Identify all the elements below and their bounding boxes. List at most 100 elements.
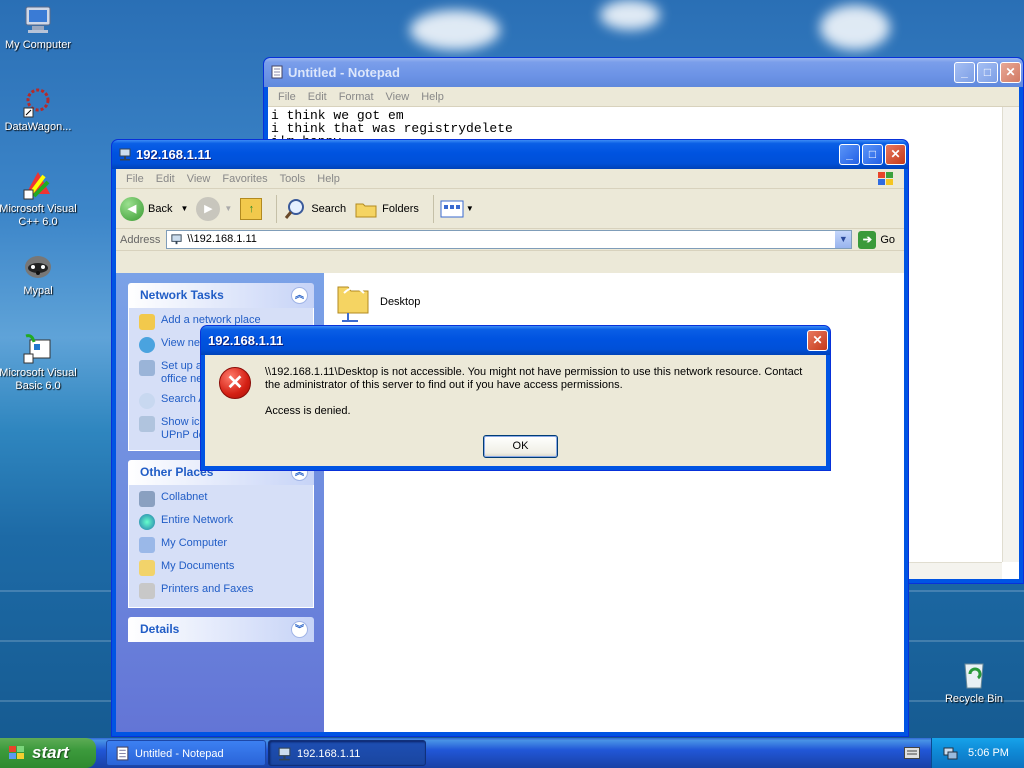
maximize-button[interactable]: □ (862, 144, 883, 165)
network-drive-icon (171, 234, 182, 245)
notepad-menubar: File Edit Format View Help (268, 87, 1019, 107)
explorer-menubar: File Edit View Favorites Tools Help (116, 169, 904, 189)
place-printers-and-faxes[interactable]: Printers and Faxes (139, 583, 303, 599)
desktop-icon-visual-basic[interactable]: Microsoft Visual Basic 6.0 (0, 332, 79, 393)
notepad-icon (116, 746, 129, 761)
other-places-panel: Other Places ︽ Collabnet Entire Network M… (128, 460, 314, 608)
desktop-icon-datawagon[interactable]: DataWagon... (0, 86, 79, 134)
menu-edit[interactable]: Edit (302, 91, 333, 103)
desktop-icon-label: Microsoft Visual C++ 6.0 (0, 203, 77, 228)
visual-basic-icon (22, 332, 54, 364)
views-dropdown-icon[interactable]: ▼ (466, 204, 474, 213)
start-button[interactable]: start (0, 738, 96, 768)
back-arrow-icon: ◀ (120, 196, 144, 221)
desktop-icon-label: Recycle Bin (944, 693, 1004, 705)
folders-button[interactable]: Folders (354, 197, 419, 221)
folders-icon (355, 203, 377, 217)
place-entire-network[interactable]: Entire Network (139, 514, 303, 530)
close-button[interactable]: ✕ (1000, 62, 1021, 83)
notepad-titlebar[interactable]: Untitled - Notepad _ □ ✕ (264, 58, 1023, 87)
go-button[interactable]: ➔ Go (858, 230, 895, 249)
desktop-icon-my-computer[interactable]: My Computer (0, 4, 79, 52)
up-folder-icon: ↑ (240, 197, 263, 220)
views-icon (440, 200, 464, 217)
taskbar-item-explorer[interactable]: 192.168.1.11 (268, 740, 426, 766)
forward-dropdown-icon[interactable]: ▼ (224, 204, 232, 213)
dialog-titlebar[interactable]: 192.168.1.11 ✕ (201, 326, 830, 355)
recycle-bin-icon (958, 658, 990, 690)
explorer-titlebar[interactable]: 192.168.1.11 _ □ ✕ (112, 140, 908, 169)
home-network-icon (139, 360, 155, 376)
menu-help[interactable]: Help (311, 173, 346, 185)
menu-view[interactable]: View (380, 91, 416, 103)
menu-help[interactable]: Help (415, 91, 450, 103)
minimize-button[interactable]: _ (839, 144, 860, 165)
network-tray-icon[interactable] (942, 745, 958, 761)
clock[interactable]: 5:06 PM (968, 747, 1009, 759)
back-button[interactable]: ◀ Back ▼ (120, 196, 188, 221)
menu-favorites[interactable]: Favorites (216, 173, 273, 185)
search-button[interactable]: Search (283, 197, 346, 221)
error-icon: ✕ (219, 367, 251, 399)
taskbar: start Untitled - Notepad 192.168.1.11 5:… (0, 738, 1024, 768)
menu-edit[interactable]: Edit (150, 173, 181, 185)
maximize-button[interactable]: □ (977, 62, 998, 83)
dialog-client: ✕ \\192.168.1.11\Desktop is not accessib… (205, 355, 826, 466)
expand-chevron-icon[interactable]: ︾ (291, 621, 308, 638)
globe-icon (139, 514, 155, 530)
menu-tools[interactable]: Tools (274, 173, 312, 185)
add-network-place-icon (139, 314, 155, 330)
address-input[interactable]: \\192.168.1.11 ▼ (166, 230, 853, 249)
menu-format[interactable]: Format (333, 91, 380, 103)
upnp-devices-icon (139, 416, 155, 432)
ok-button[interactable]: OK (483, 435, 558, 458)
datawagon-icon (22, 86, 54, 118)
back-dropdown-icon[interactable]: ▼ (180, 204, 188, 213)
go-arrow-icon: ➔ (858, 230, 877, 249)
menu-view[interactable]: View (181, 173, 217, 185)
desktop-icon-label: DataWagon... (4, 121, 72, 133)
desktop-icon-mypal[interactable]: Mypal (0, 250, 79, 298)
minimize-button[interactable]: _ (954, 62, 975, 83)
collapse-chevron-icon[interactable]: ︽ (291, 287, 308, 304)
file-item-desktop[interactable]: Desktop (334, 279, 420, 325)
forward-button[interactable]: ▶ ▼ (196, 196, 232, 221)
close-button[interactable]: ✕ (807, 330, 828, 351)
place-my-documents[interactable]: My Documents (139, 560, 303, 576)
vertical-scrollbar[interactable] (1002, 107, 1019, 562)
printer-icon (139, 583, 155, 599)
search-icon (285, 198, 305, 219)
desktop-icon-recycle-bin[interactable]: Recycle Bin (933, 658, 1015, 706)
system-tray: 5:06 PM (931, 738, 1024, 768)
close-button[interactable]: ✕ (885, 144, 906, 165)
toolbar-separator (432, 194, 434, 223)
place-my-computer[interactable]: My Computer (139, 537, 303, 553)
address-bar: Address \\192.168.1.11 ▼ ➔ Go (116, 229, 904, 251)
error-dialog[interactable]: 192.168.1.11 ✕ ✕ \\192.168.1.11\Desktop … (200, 325, 831, 471)
up-folder-button[interactable]: ↑ (240, 197, 263, 220)
mypal-icon (22, 250, 54, 282)
taskbar-item-notepad[interactable]: Untitled - Notepad (106, 740, 266, 766)
visual-cpp-icon (22, 168, 54, 200)
workgroup-icon (139, 491, 155, 507)
search-directory-icon (139, 393, 155, 409)
desktop-icon-visual-cpp[interactable]: Microsoft Visual C++ 6.0 (0, 168, 79, 229)
menu-file[interactable]: File (272, 91, 302, 103)
keyboard-icon[interactable] (904, 747, 920, 759)
address-label: Address (120, 233, 161, 246)
address-dropdown-icon[interactable]: ▼ (835, 231, 852, 248)
notepad-icon (271, 65, 283, 79)
menu-file[interactable]: File (120, 173, 150, 185)
sky-cloud (410, 10, 500, 50)
editor-line: i think that was registrydelete (271, 121, 513, 136)
views-button[interactable]: ▼ (440, 199, 474, 219)
address-value: \\192.168.1.11 (187, 233, 257, 245)
network-drive-icon (278, 747, 291, 761)
panel-header[interactable]: Network Tasks ︽ (128, 283, 314, 308)
my-computer-icon (139, 537, 155, 553)
panel-header[interactable]: Details ︾ (128, 617, 314, 642)
windows-flag-icon (9, 746, 24, 759)
sky-cloud (600, 0, 660, 30)
place-collabnet[interactable]: Collabnet (139, 491, 303, 507)
desktop-icon-label: My Computer (4, 39, 72, 51)
